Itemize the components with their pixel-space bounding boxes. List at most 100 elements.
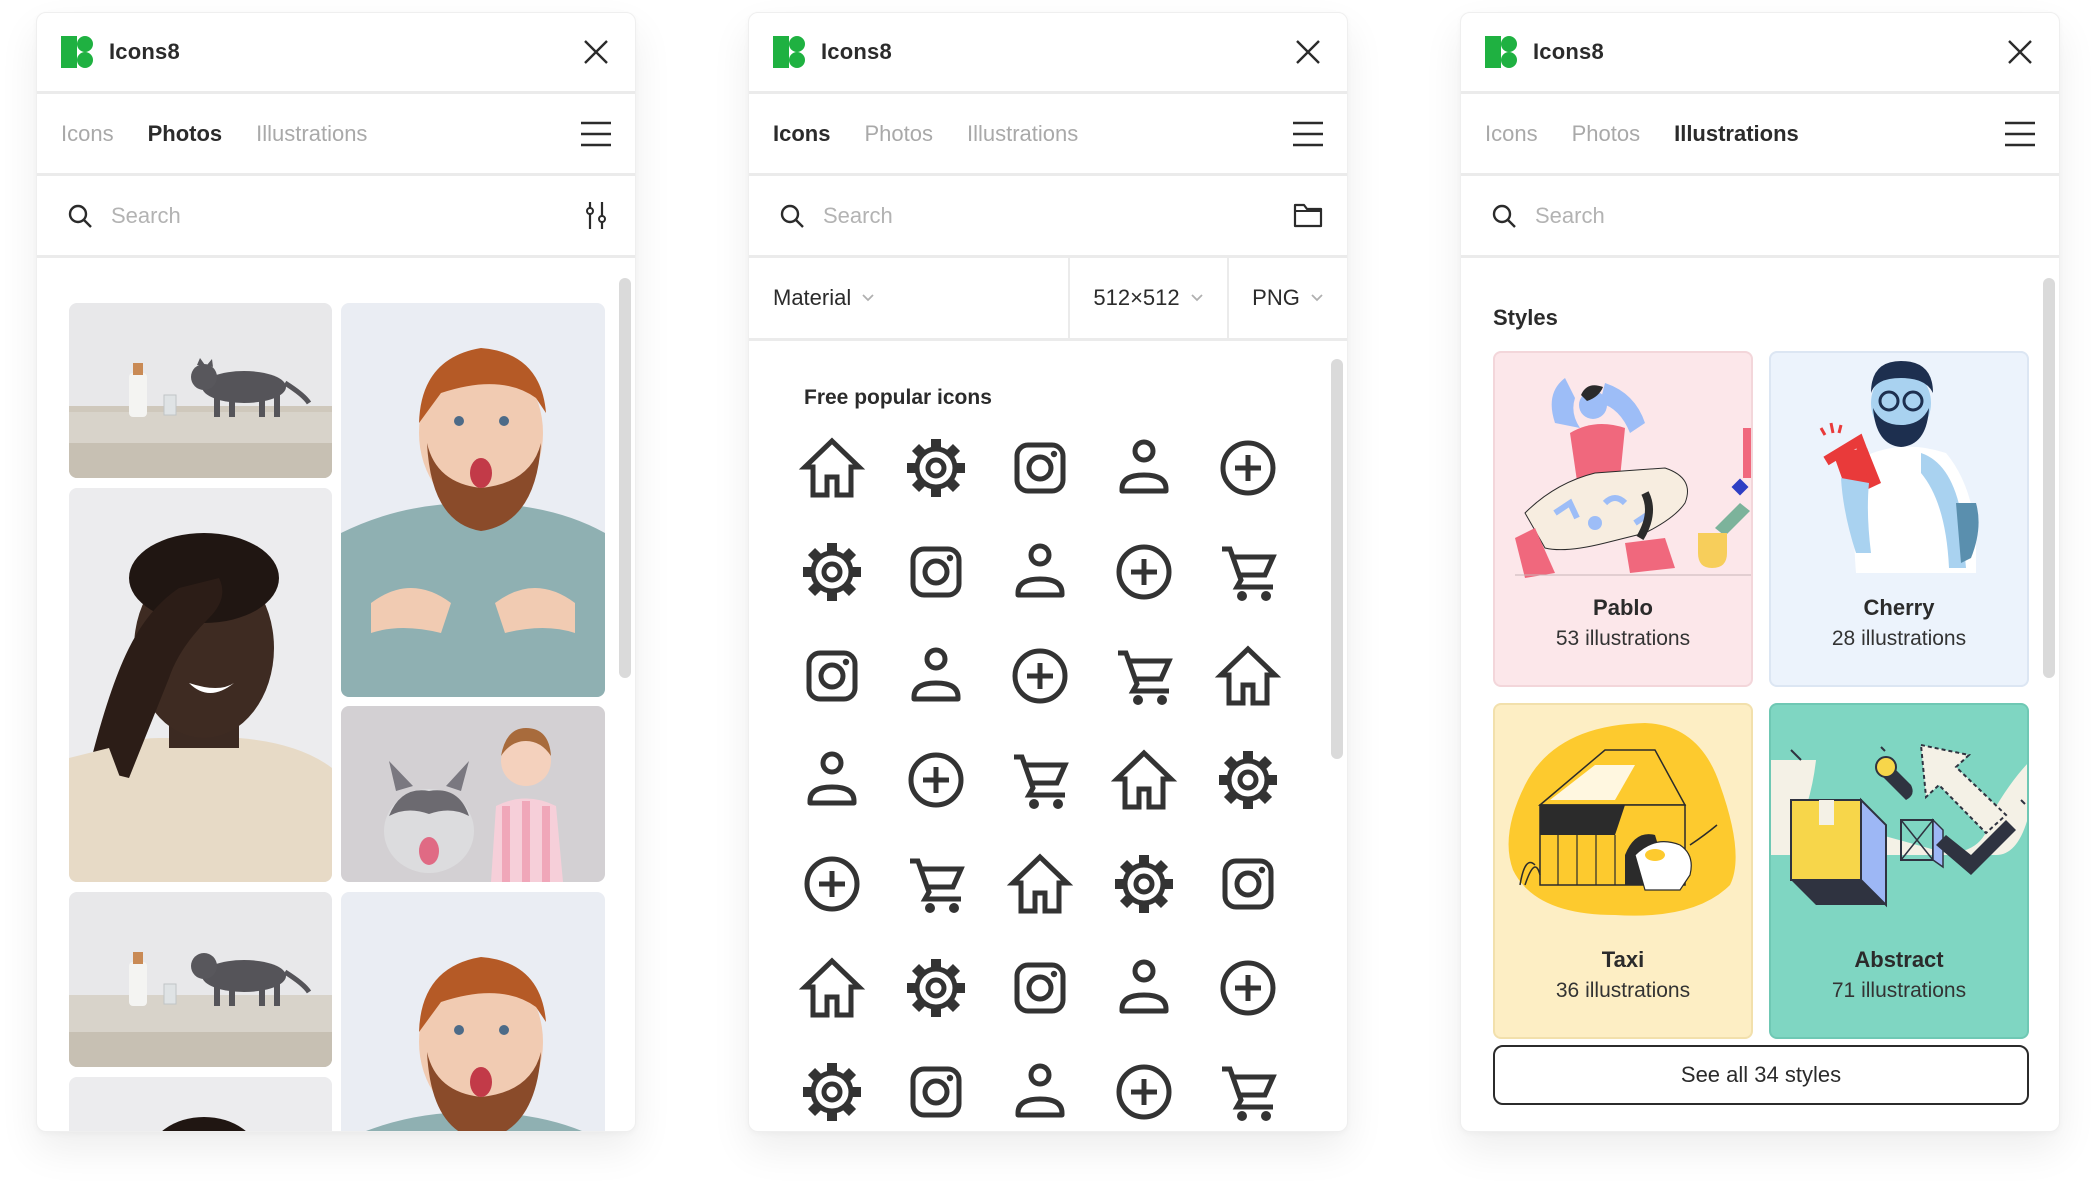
filter-button[interactable] xyxy=(581,200,611,230)
style-card-taxi[interactable]: Taxi 36 illustrations xyxy=(1493,703,1753,1039)
instagram-icon xyxy=(806,650,858,702)
add-icon xyxy=(1116,544,1172,600)
scrollbar[interactable] xyxy=(619,278,631,678)
instagram-icon xyxy=(1014,442,1066,494)
icon-tile-user[interactable] xyxy=(1005,537,1075,607)
cart-icon xyxy=(1222,546,1277,601)
folder-icon xyxy=(1293,203,1323,228)
icon-tile-home[interactable] xyxy=(1213,641,1283,711)
menu-button[interactable] xyxy=(581,121,611,147)
close-button[interactable] xyxy=(1293,37,1323,67)
icon-tile-home[interactable] xyxy=(1005,849,1075,919)
style-count: 28 illustrations xyxy=(1831,627,1967,650)
format-dropdown[interactable]: PNG xyxy=(1229,258,1347,338)
app-title: Icons8 xyxy=(109,39,180,64)
filter-bar: Material 512×512 PNG xyxy=(749,258,1347,341)
icon-tile-settings[interactable] xyxy=(797,1057,867,1127)
icon-tile-instagram[interactable] xyxy=(1213,849,1283,919)
tab-photos[interactable]: Photos xyxy=(1572,121,1641,147)
settings-icon xyxy=(907,439,965,497)
size-dropdown[interactable]: 512×512 xyxy=(1070,258,1229,338)
icon-tile-instagram[interactable] xyxy=(901,537,971,607)
instagram-icon xyxy=(910,546,962,598)
icon-tile-user[interactable] xyxy=(1109,433,1179,503)
see-all-styles-button[interactable]: See all 34 styles xyxy=(1493,1045,2029,1105)
search-input[interactable] xyxy=(823,202,1223,229)
icon-tile-user[interactable] xyxy=(797,745,867,815)
chevron-down-icon xyxy=(1190,294,1203,302)
tab-illustrations[interactable]: Illustrations xyxy=(256,121,367,147)
icon-tile-add[interactable] xyxy=(797,849,867,919)
search-bar xyxy=(749,176,1347,258)
icon-tile-add[interactable] xyxy=(1109,1057,1179,1127)
photo-thumbnail[interactable] xyxy=(69,1077,332,1131)
tab-icons[interactable]: Icons xyxy=(773,121,830,147)
photo-thumbnail[interactable] xyxy=(341,706,605,882)
icon-tile-settings[interactable] xyxy=(797,537,867,607)
icon-tile-user[interactable] xyxy=(1109,953,1179,1023)
style-count: 53 illustrations xyxy=(1555,627,1691,650)
photo-thumbnail[interactable] xyxy=(69,303,332,478)
add-icon xyxy=(1220,960,1276,1016)
style-card-abstract[interactable]: Abstract 71 illustrations xyxy=(1769,703,2029,1039)
icon-tile-settings[interactable] xyxy=(1109,849,1179,919)
icon-tile-cart[interactable] xyxy=(1213,1057,1283,1127)
style-name: Cherry xyxy=(1863,595,1935,620)
tab-illustrations[interactable]: Illustrations xyxy=(967,121,1078,147)
icon-tile-cart[interactable] xyxy=(901,849,971,919)
collections-button[interactable] xyxy=(1293,200,1323,230)
icon-tile-add[interactable] xyxy=(901,745,971,815)
icon-tile-home[interactable] xyxy=(797,433,867,503)
icon-tile-instagram[interactable] xyxy=(1005,953,1075,1023)
icon-tile-settings[interactable] xyxy=(901,433,971,503)
tab-icons[interactable]: Icons xyxy=(1485,121,1538,147)
icon-tile-add[interactable] xyxy=(1213,433,1283,503)
icon-tile-home[interactable] xyxy=(797,953,867,1023)
photo-thumbnail[interactable] xyxy=(341,303,605,697)
settings-icon xyxy=(803,543,861,601)
scrollbar[interactable] xyxy=(1331,359,1343,759)
photo-grid xyxy=(37,270,635,1131)
icon-tile-instagram[interactable] xyxy=(797,641,867,711)
menu-button[interactable] xyxy=(1293,121,1323,147)
app-title: Icons8 xyxy=(1533,39,1604,64)
style-card-cherry[interactable]: Cherry 28 illustrations xyxy=(1769,351,2029,687)
hamburger-menu-icon xyxy=(1293,121,1323,147)
style-dropdown[interactable]: Material xyxy=(749,258,1070,338)
icon-tile-user[interactable] xyxy=(901,641,971,711)
icon-tile-user[interactable] xyxy=(1005,1057,1075,1127)
photo-thumbnail[interactable] xyxy=(69,488,332,882)
icon-tile-add[interactable] xyxy=(1213,953,1283,1023)
scrollbar[interactable] xyxy=(2043,278,2055,678)
photo-thumbnail[interactable] xyxy=(69,892,332,1067)
search-input[interactable] xyxy=(111,202,511,229)
tab-icons[interactable]: Icons xyxy=(61,121,114,147)
tab-illustrations[interactable]: Illustrations xyxy=(1674,121,1799,147)
icon-tile-home[interactable] xyxy=(1109,745,1179,815)
add-icon xyxy=(1116,1064,1172,1120)
icon-tile-instagram[interactable] xyxy=(1005,433,1075,503)
menu-button[interactable] xyxy=(2005,121,2035,147)
icons8-logo xyxy=(773,36,805,68)
photo-thumbnail[interactable] xyxy=(341,892,605,1131)
icon-tile-add[interactable] xyxy=(1005,641,1075,711)
user-icon xyxy=(807,751,857,806)
icon-tile-cart[interactable] xyxy=(1005,745,1075,815)
icon-tile-instagram[interactable] xyxy=(901,1057,971,1127)
style-card-pablo[interactable]: Pablo 53 illustrations xyxy=(1493,351,1753,687)
tab-photos[interactable]: Photos xyxy=(148,121,223,147)
icon-tile-settings[interactable] xyxy=(901,953,971,1023)
home-icon xyxy=(798,437,866,498)
instagram-icon xyxy=(1014,962,1066,1014)
close-button[interactable] xyxy=(2005,37,2035,67)
icon-tile-settings[interactable] xyxy=(1213,745,1283,815)
user-icon xyxy=(1015,1063,1065,1118)
user-icon xyxy=(1119,439,1169,494)
search-input[interactable] xyxy=(1535,202,1935,229)
icon-tile-cart[interactable] xyxy=(1109,641,1179,711)
close-button[interactable] xyxy=(581,37,611,67)
tab-photos[interactable]: Photos xyxy=(864,121,933,147)
icon-tile-cart[interactable] xyxy=(1213,537,1283,607)
cart-icon xyxy=(910,858,965,913)
icon-tile-add[interactable] xyxy=(1109,537,1179,607)
